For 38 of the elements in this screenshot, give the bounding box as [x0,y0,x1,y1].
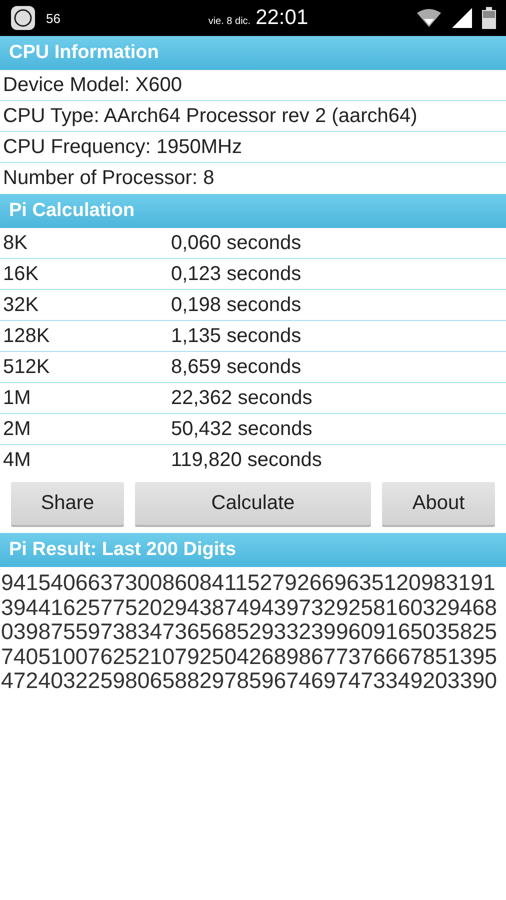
digits-label: 512K [3,356,51,378]
calculation-time: 50,432 seconds [171,418,312,440]
calculation-time: 8,659 seconds [171,356,302,378]
digits-label: 4M [3,449,32,472]
section-header: Pi Result: Last 200 Digits [0,533,506,567]
battery-icon [482,7,496,29]
action-button[interactable]: Share [11,482,124,527]
pi-digits: 9415406637300860841152792669635120983191 [0,571,496,596]
pi-digits: 3944162577520294387494397329258160329468 [0,596,498,620]
calculation-time: 0,198 seconds [171,294,302,316]
info-text: CPU Type: AArch64 Processor rev 2 (aarch64) [3,104,418,128]
calculation-time: 0,123 seconds [171,262,302,286]
digits-label: 16K [3,262,40,286]
calculation-time: 0,060 seconds [171,232,302,254]
app-icon [10,5,36,31]
digits-label: 1M [3,386,32,410]
notification-count: 56 [46,10,60,26]
calculation-time: 22,362 seconds [171,386,312,410]
section-header: CPU Information [0,36,506,70]
signal-icon [452,8,472,28]
pi-digits: 4724032259806588297859674697473349203390 [0,669,498,694]
info-text: CPU Frequency: 1950MHz [3,136,242,158]
calculation-time: 1,135 seconds [171,324,302,348]
pi-digits: 0398755973834736568529332399609165035825 [0,620,498,644]
info-text: Number of Processor: 8 [3,167,214,190]
action-button[interactable]: About [382,482,495,527]
digits-label: 128K [3,324,51,348]
pi-digits: 7405100762521079250426898677376667851395 [0,644,498,669]
info-text: Device Model: X600 [3,74,182,96]
section-header: Pi Calculation [0,194,506,228]
calculation-time: 119,820 seconds [171,449,322,472]
digits-label: 2M [3,418,32,440]
action-button[interactable]: Calculate [135,482,371,527]
status-time: 22:01 [256,6,308,30]
digits-label: 8K [3,232,28,254]
status-date: vie. 8 dic. [208,16,251,27]
wifi-icon [416,8,442,28]
digits-label: 32K [3,294,40,316]
